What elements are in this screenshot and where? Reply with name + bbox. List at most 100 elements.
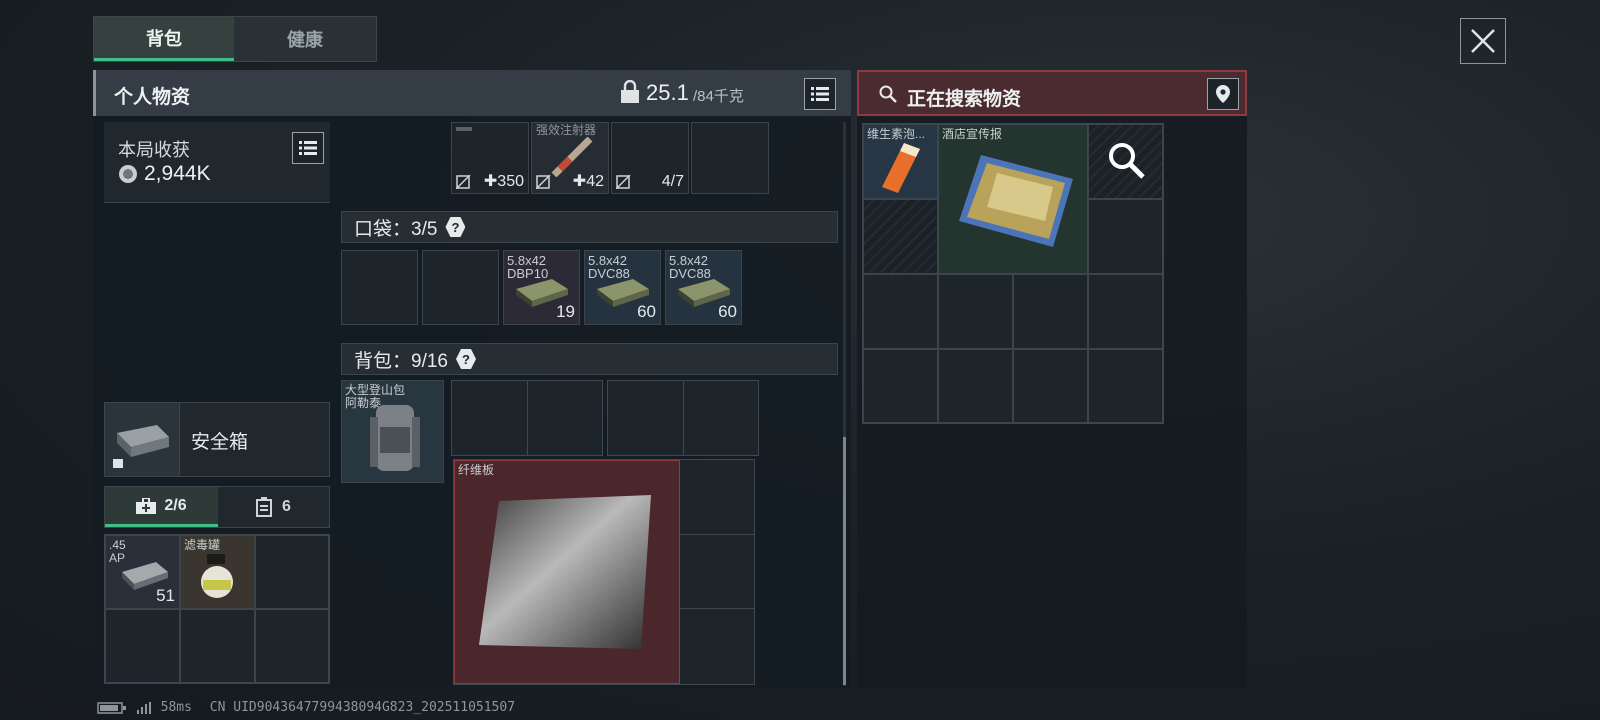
tab-magazine[interactable]: 6 [218, 487, 329, 527]
empty-slot[interactable] [938, 274, 1013, 349]
item-name: 强效注射器 [536, 123, 597, 137]
item-count: 19 [556, 302, 575, 321]
search-grid: 维生素泡... 酒店宣传报 [862, 123, 1164, 424]
search-icon [879, 85, 897, 103]
backpack-grid: 纤维板 [453, 459, 755, 685]
earnings-box: 本局收获 2,944K [104, 122, 330, 203]
gear-slot-3[interactable]: 4/7 [611, 122, 689, 194]
no-trade-icon [456, 175, 471, 189]
backpack-slot-group[interactable] [451, 380, 603, 456]
empty-slot[interactable] [255, 535, 329, 609]
search-header: 正在搜索物资 [857, 70, 1247, 116]
item-ammo-45[interactable]: .45 AP 51 [105, 535, 180, 609]
signal-icon [136, 701, 151, 714]
grid-divider [683, 381, 684, 455]
empty-slot[interactable] [255, 609, 329, 683]
scrollbar-thumb[interactable] [843, 437, 846, 685]
main-tabs: 背包 健康 [93, 16, 377, 62]
empty-slot[interactable] [1088, 274, 1163, 349]
item-count: 60 [718, 302, 737, 321]
backpack-slot-group[interactable] [607, 380, 759, 456]
item-count: ✚42 [572, 173, 604, 190]
list-icon [299, 141, 317, 155]
inventory-scrollbar[interactable] [843, 122, 846, 686]
clipboard-icon [256, 497, 273, 517]
uid-value: CN UID9043647799438094G823_202511051507 [209, 700, 516, 715]
empty-slot[interactable] [341, 250, 418, 325]
safebox-slot[interactable]: 安全箱 [104, 402, 330, 477]
help-icon[interactable]: ? [445, 217, 466, 237]
personal-items-header: 个人物资 25.1 /84千克 [93, 70, 851, 116]
hiking-backpack-icon [370, 405, 420, 471]
battery-icon [97, 701, 126, 714]
tab-backpack[interactable]: 背包 [94, 17, 234, 61]
earnings-label: 本局收获 [118, 140, 190, 160]
safebox-image [105, 403, 180, 476]
close-icon [1471, 29, 1495, 53]
medical-count: 2/6 [164, 496, 187, 514]
no-trade-icon [536, 175, 551, 189]
item-strong-injector[interactable]: 强效注射器 ✚42 [531, 122, 609, 194]
magazine-count: 6 [282, 498, 291, 515]
vitamin-tube-icon [882, 143, 920, 193]
earnings-list-button[interactable] [292, 132, 324, 164]
item-ammo-dvc88[interactable]: 5.8x42 DVC88 60 [665, 250, 742, 325]
empty-slot[interactable] [1013, 349, 1088, 423]
unsearched-slot[interactable] [863, 199, 938, 274]
item-count: 60 [637, 302, 656, 321]
tab-health[interactable]: 健康 [235, 17, 375, 61]
item-name: 维生素泡... [867, 127, 926, 141]
safebox-label: 安全箱 [191, 432, 249, 453]
medical-grid: .45 AP 51 滤毒罐 [104, 534, 330, 684]
tab-medical[interactable]: 2/6 [105, 487, 218, 527]
item-ammo-dbp10[interactable]: 5.8x42 DBP10 19 [503, 250, 580, 325]
location-pin-icon [1216, 85, 1230, 103]
empty-slot[interactable] [938, 349, 1013, 423]
help-icon[interactable]: ? [455, 349, 476, 369]
searching-slot[interactable] [1088, 124, 1163, 199]
item-count: 4/7 [661, 173, 684, 190]
item-ammo-dvc88[interactable]: 5.8x42 DVC88 60 [584, 250, 661, 325]
brochure-icon [959, 155, 1073, 247]
empty-slot[interactable] [863, 349, 938, 423]
item-hotel-brochure[interactable]: 酒店宣传报 [938, 124, 1088, 274]
sort-list-button[interactable] [804, 78, 836, 110]
item-name: 纤维板 [458, 463, 495, 477]
item-fiberboard[interactable]: 纤维板 [454, 460, 680, 684]
empty-slot[interactable] [691, 122, 769, 194]
weapon-part-icon [456, 127, 472, 131]
empty-slot[interactable] [863, 274, 938, 349]
weight-max: /84千克 [693, 88, 744, 105]
empty-slot[interactable] [105, 609, 180, 683]
search-title: 正在搜索物资 [907, 89, 1022, 110]
pockets-label: 口袋：3/5 [354, 218, 438, 240]
list-icon [811, 87, 829, 101]
item-filter-canister[interactable]: 滤毒罐 [180, 535, 255, 609]
item-vitamin-tablets[interactable]: 维生素泡... [863, 124, 938, 199]
grid-divider [527, 381, 528, 455]
magnifier-icon [1109, 143, 1145, 179]
status-bar: 58ms CN UID9043647799438094G823_20251105… [97, 700, 515, 715]
coin-icon [119, 165, 137, 183]
empty-slot[interactable] [1088, 349, 1163, 423]
panel-title: 个人物资 [114, 87, 191, 108]
pockets-header: 口袋：3/5? [341, 211, 838, 243]
backpack-header: 背包：9/16? [341, 343, 838, 375]
equipped-backpack[interactable]: 大型登山包 阿勒泰 [341, 380, 444, 483]
fiberboard-icon [479, 495, 651, 649]
grid-divider [680, 608, 754, 609]
grid-divider [680, 534, 754, 535]
safebox-icon [113, 425, 169, 468]
close-button[interactable] [1460, 18, 1506, 64]
no-trade-icon [616, 175, 631, 189]
empty-slot[interactable] [180, 609, 255, 683]
gear-slot-1[interactable]: ✚350 [451, 122, 529, 194]
location-button[interactable] [1207, 78, 1239, 110]
empty-slot[interactable] [422, 250, 499, 325]
item-count: ✚350 [483, 173, 524, 190]
backpack-label: 背包：9/16 [354, 350, 448, 372]
filter-canister-icon [201, 554, 233, 598]
pouch-tabs: 2/6 6 [104, 486, 330, 528]
empty-slot[interactable] [1088, 199, 1163, 274]
empty-slot[interactable] [1013, 274, 1088, 349]
